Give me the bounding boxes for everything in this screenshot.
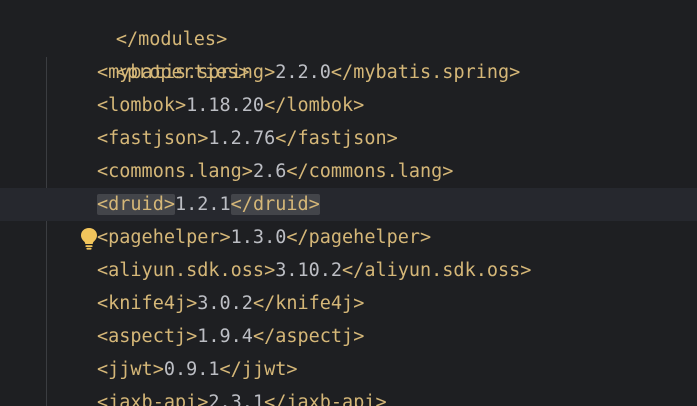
code-line[interactable]: <knife4j>3.0.2</knife4j>	[0, 287, 697, 320]
code-line[interactable]: <properties>	[0, 23, 697, 83]
xml-open-tag: <aspectj>	[97, 326, 198, 347]
xml-open-tag: <commons.lang>	[97, 161, 253, 182]
xml-text-value: 1.3.0	[230, 227, 287, 248]
xml-text-value: 2.3.1	[208, 392, 265, 406]
code-line[interactable]: </modules>	[0, 0, 697, 50]
xml-close-tag: </knife4j>	[252, 293, 365, 314]
xml-close-tag: </fastjson>	[275, 128, 398, 149]
code-line[interactable]: <aspectj>1.9.4</aspectj>	[0, 320, 697, 353]
code-line[interactable]: <pagehelper>1.3.0</pagehelper>	[0, 221, 697, 254]
xml-text-value: 1.9.4	[197, 326, 253, 347]
xml-text-value: 0.9.1	[163, 359, 220, 380]
code-line[interactable]: <jjwt>0.9.1</jjwt>	[0, 353, 697, 386]
code-line[interactable]: <jaxb-api>2.3.1</jaxb-api>	[0, 386, 697, 406]
xml-open-tag: <pagehelper>	[97, 227, 231, 248]
xml-close-tag: </aspectj>	[252, 326, 365, 347]
xml-close-tag: </pagehelper>	[286, 227, 432, 248]
xml-close-tag-highlighted: </druid>	[230, 194, 320, 215]
xml-open-tag: <aliyun.sdk.oss>	[97, 260, 276, 281]
code-line[interactable]: <fastjson>1.2.76</fastjson>	[0, 122, 697, 155]
xml-close-tag: </aliyun.sdk.oss>	[342, 260, 532, 281]
xml-text-value: 2.2.0	[275, 62, 331, 83]
xml-text-value: 3.10.2	[275, 260, 343, 281]
code-editor[interactable]: </modules> <properties> <mybatis.spring>…	[0, 0, 697, 406]
xml-open-tag: <lombok>	[97, 95, 187, 116]
xml-open-tag: <mybatis.spring>	[97, 62, 276, 83]
xml-text-value: 3.0.2	[197, 293, 253, 314]
code-line-current[interactable]: <druid>1.2.1</druid>	[0, 188, 697, 250]
xml-text-value: 2.6	[252, 161, 287, 182]
code-line[interactable]: <commons.lang>2.6</commons.lang>	[0, 155, 697, 188]
xml-close-tag: </jaxb-api>	[264, 392, 387, 406]
xml-open-tag: <knife4j>	[97, 293, 198, 314]
code-line[interactable]: <lombok>1.18.20</lombok>	[0, 89, 697, 122]
xml-open-tag: <jaxb-api>	[97, 392, 209, 406]
xml-open-tag-highlighted: <druid>	[97, 194, 175, 215]
xml-close-tag: </jjwt>	[219, 359, 298, 380]
xml-close-tag: </lombok>	[264, 95, 365, 116]
xml-open-tag: <jjwt>	[97, 359, 164, 380]
xml-text-value: 1.2.76	[208, 128, 276, 149]
code-line[interactable]: <mybatis.spring>2.2.0</mybatis.spring>	[0, 56, 697, 89]
code-line[interactable]: <aliyun.sdk.oss>3.10.2</aliyun.sdk.oss>	[0, 254, 697, 287]
lightbulb-icon[interactable]	[11, 193, 97, 250]
xml-text-value: 1.18.20	[186, 95, 265, 116]
xml-open-tag: <fastjson>	[97, 128, 209, 149]
xml-close-tag: </commons.lang>	[286, 161, 454, 182]
xml-text-value: 1.2.1	[174, 194, 231, 215]
xml-close-tag: </mybatis.spring>	[330, 62, 521, 83]
